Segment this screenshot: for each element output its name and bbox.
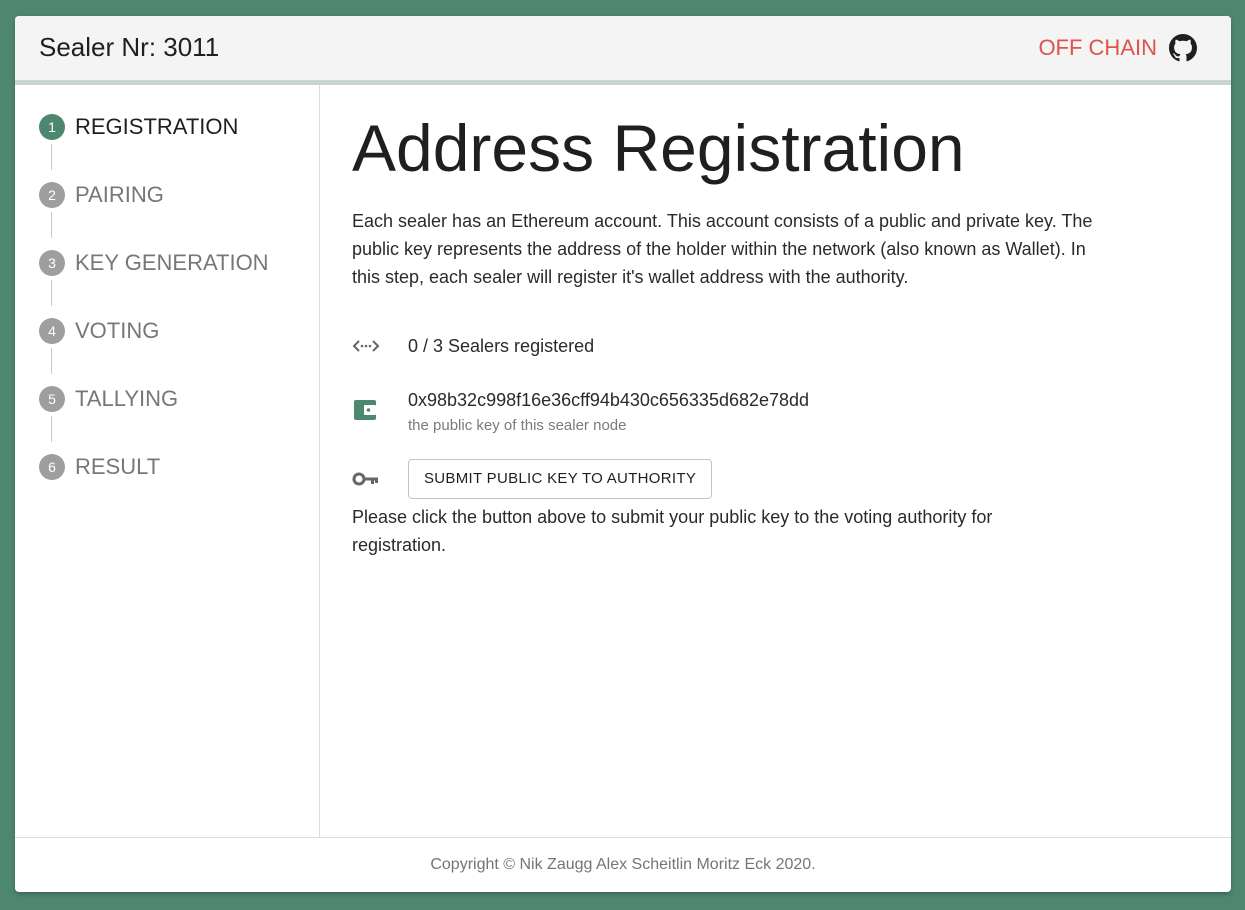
footer: Copyright © Nik Zaugg Alex Scheitlin Mor… [15, 837, 1231, 892]
wallet-caption: the public key of this sealer node [408, 417, 627, 434]
step-registration[interactable]: 1 REGISTRATION [39, 114, 238, 140]
step-label: PAIRING [75, 182, 164, 207]
submit-public-key-button[interactable]: SUBMIT PUBLIC KEY TO AUTHORITY [408, 459, 713, 499]
step-pairing[interactable]: 2 PAIRING [39, 182, 164, 208]
sealer-title: Sealer Nr: 3011 [39, 32, 220, 62]
step-connector [51, 280, 52, 306]
step-number: 1 [39, 114, 65, 140]
wallet-address: 0x98b32c998f16e36cff94b430c656335d682e78… [408, 390, 810, 410]
step-connector [51, 212, 52, 238]
step-sidebar: 1 REGISTRATION 2 PAIRING 3 KEY GENERATIO… [15, 85, 320, 837]
app-header: Sealer Nr: 3011 OFF CHAIN [15, 16, 1231, 85]
step-key-generation[interactable]: 3 KEY GENERATION [39, 250, 269, 276]
app-card: Sealer Nr: 3011 OFF CHAIN 1 REGISTRATION… [15, 16, 1231, 892]
chain-mode-label: OFF CHAIN [1038, 35, 1157, 60]
code-brackets-icon [352, 334, 380, 358]
step-label: VOTING [75, 318, 160, 343]
step-number: 4 [39, 318, 65, 344]
key-icon [352, 467, 380, 491]
step-connector [51, 144, 52, 170]
header-actions: OFF CHAIN [1038, 32, 1197, 64]
step-number: 6 [39, 454, 65, 480]
step-label: TALLYING [75, 386, 179, 411]
step-label: REGISTRATION [75, 114, 239, 139]
wallet-icon [352, 399, 380, 423]
registration-count: 0 / 3 Sealers registered [408, 336, 595, 356]
step-label: RESULT [75, 454, 161, 479]
intro-text: Each sealer has an Ethereum account. Thi… [352, 211, 1093, 287]
step-label: KEY GENERATION [75, 250, 269, 275]
step-number: 2 [39, 182, 65, 208]
step-number: 3 [39, 250, 65, 276]
step-voting[interactable]: 4 VOTING [39, 318, 159, 344]
github-icon[interactable] [1169, 34, 1197, 62]
step-connector [51, 348, 52, 374]
page-title: Address Registration [352, 111, 965, 185]
submit-note: Please click the button above to submit … [352, 507, 993, 555]
step-connector [51, 416, 52, 442]
step-result[interactable]: 6 RESULT [39, 454, 160, 480]
step-tallying[interactable]: 5 TALLYING [39, 386, 178, 412]
copyright-text: Copyright © Nik Zaugg Alex Scheitlin Mor… [430, 856, 816, 873]
step-number: 5 [39, 386, 65, 412]
